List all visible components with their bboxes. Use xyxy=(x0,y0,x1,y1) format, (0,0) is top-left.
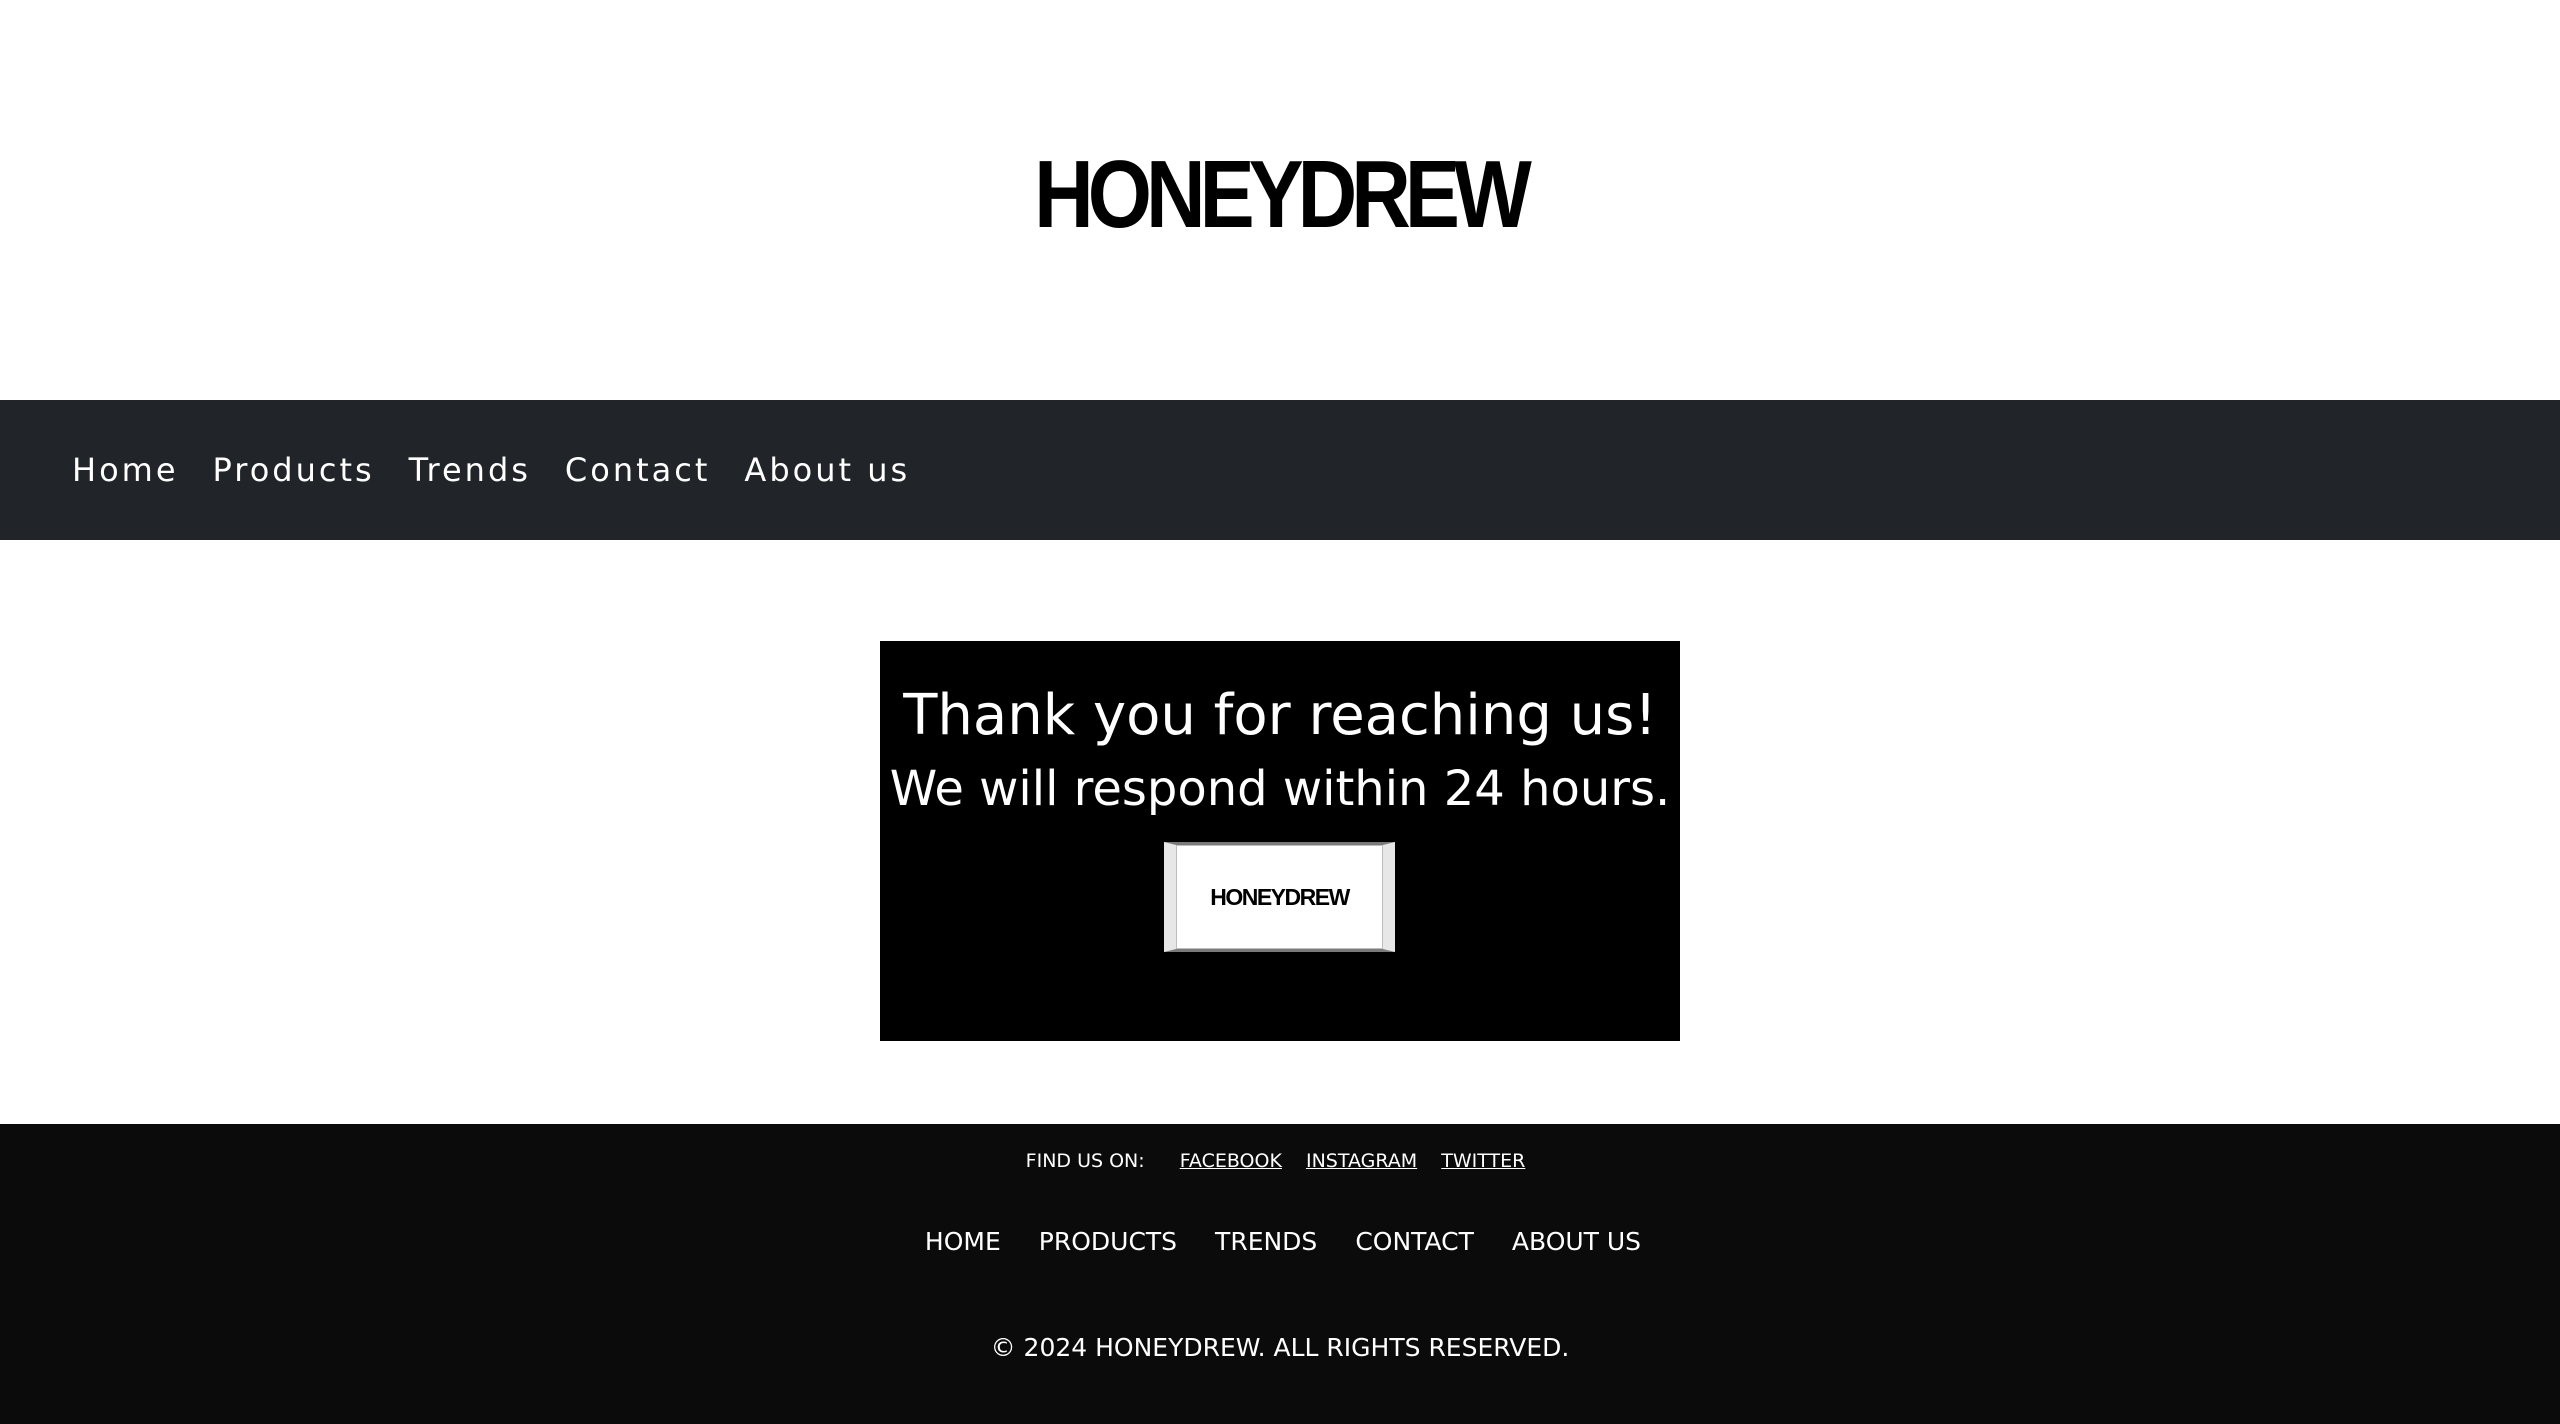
find-us-bar: FIND US ON: FACEBOOK INSTAGRAM TWITTER xyxy=(0,1148,2560,1174)
nav-item-products[interactable]: Products xyxy=(213,451,375,489)
footer-nav-trends[interactable]: TRENDS xyxy=(1215,1224,1317,1260)
site-header: HONEYDREW xyxy=(0,0,2560,400)
thank-you-card: Thank you for reaching us! We will respo… xyxy=(880,641,1680,1041)
nav-item-trends[interactable]: Trends xyxy=(409,451,531,489)
facebook-link[interactable]: FACEBOOK xyxy=(1180,1150,1282,1172)
instagram-link[interactable]: INSTAGRAM xyxy=(1306,1150,1417,1172)
logo-button-label: HONEYDREW xyxy=(1210,883,1350,910)
nav-item-about-us[interactable]: About us xyxy=(744,451,910,489)
footer-nav-about-us[interactable]: ABOUT US xyxy=(1512,1224,1641,1260)
footer-navigation: HOME PRODUCTS TRENDS CONTACT ABOUT US xyxy=(0,1224,2560,1260)
copyright-text: © 2024 HONEYDREW. ALL RIGHTS RESERVED. xyxy=(990,1333,1570,1362)
nav-item-contact[interactable]: Contact xyxy=(565,451,711,489)
top-navigation: Home Products Trends Contact About us xyxy=(0,400,2560,540)
site-footer: FIND US ON: FACEBOOK INSTAGRAM TWITTER H… xyxy=(0,1124,2560,1424)
nav-item-home[interactable]: Home xyxy=(72,451,179,489)
footer-nav-home[interactable]: HOME xyxy=(925,1224,1001,1260)
footer-nav-contact[interactable]: CONTACT xyxy=(1355,1224,1474,1260)
footer-nav-products[interactable]: PRODUCTS xyxy=(1039,1224,1177,1260)
find-us-label: FIND US ON: xyxy=(1025,1150,1145,1172)
home-logo-button[interactable]: HONEYDREW xyxy=(1164,842,1395,952)
site-logo[interactable]: HONEYDREW xyxy=(179,140,2381,250)
thank-you-subtitle: We will respond within 24 hours. xyxy=(889,761,1671,817)
twitter-link[interactable]: TWITTER xyxy=(1441,1150,1525,1172)
thank-you-title: Thank you for reaching us! xyxy=(903,683,1657,748)
